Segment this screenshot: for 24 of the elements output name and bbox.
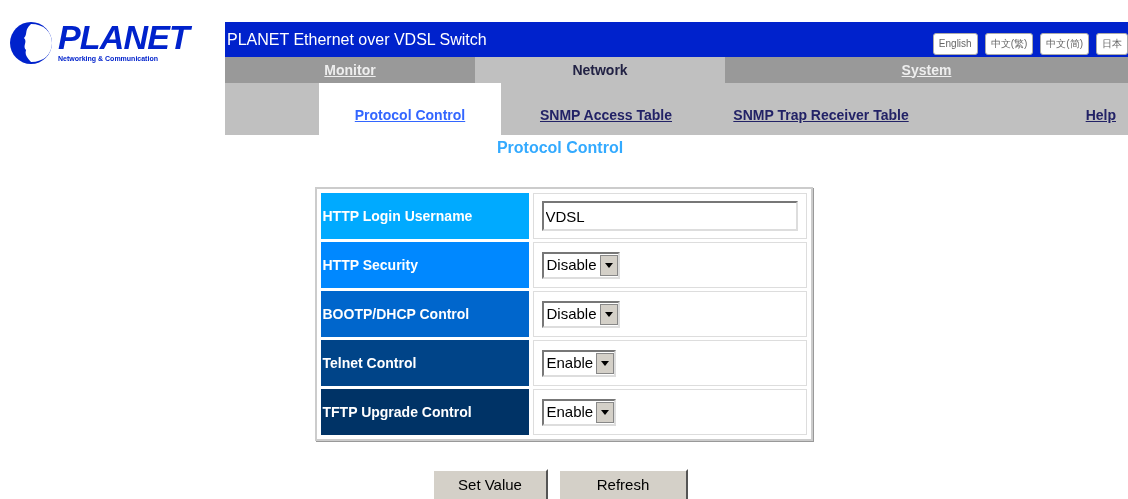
sub-tab[interactable]: SNMP Trap Receiver Table [711, 83, 931, 135]
dropdown[interactable]: Enable [541, 349, 617, 377]
nav-tab[interactable]: Network [475, 57, 725, 83]
field-label: TFTP Upgrade Control [320, 389, 529, 435]
field-label: HTTP Login Username [320, 193, 529, 239]
dropdown[interactable]: Enable [541, 398, 617, 426]
language-button[interactable]: 日本 [1096, 32, 1128, 55]
field-label: Telnet Control [320, 340, 529, 386]
language-button[interactable]: 中文(简) [1040, 32, 1089, 55]
sub-tab[interactable]: Help [931, 83, 1128, 135]
field-label: BOOTP/DHCP Control [320, 291, 529, 337]
action-button[interactable]: Refresh [558, 469, 688, 499]
field-label: HTTP Security [320, 242, 529, 288]
sub-tab[interactable]: Protocol Control [319, 83, 501, 135]
language-button[interactable]: English [932, 32, 978, 55]
action-button[interactable]: Set Value [432, 469, 548, 499]
globe-logo-icon [8, 20, 54, 66]
dropdown[interactable]: Disable [541, 251, 620, 279]
banner-title: PLANET Ethernet over VDSL Switch [227, 29, 487, 50]
sub-tab[interactable]: SNMP Access Table [501, 83, 711, 135]
dropdown[interactable]: Disable [541, 300, 620, 328]
username-field[interactable]: VDSL [541, 201, 798, 231]
language-button[interactable]: 中文(繁) [984, 32, 1034, 55]
page-title: Protocol Control [496, 138, 624, 158]
